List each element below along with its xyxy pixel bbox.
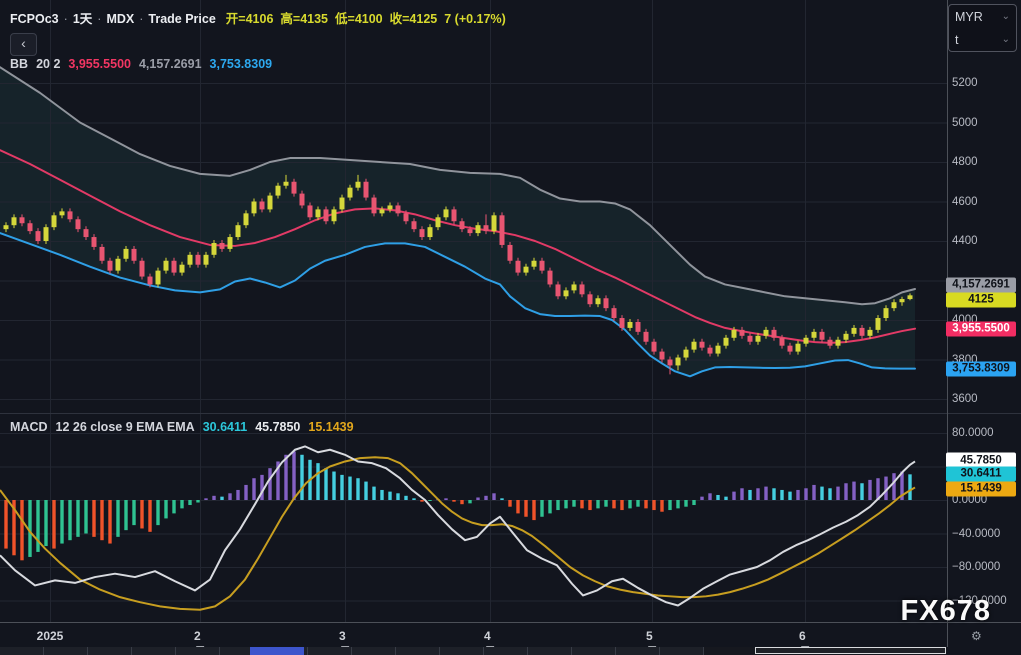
- scrollbar-handle[interactable]: [755, 647, 946, 654]
- trading-chart-app: FCPOc3 · 1天 · MDX · Trade Price 开=4106 高=4135 低=4…: [0, 0, 1021, 655]
- separator-dot: ·: [97, 12, 101, 26]
- axis-unit-controls: MYR ⌄ t ⌄: [948, 4, 1017, 52]
- scrollbar-cell[interactable]: [308, 647, 352, 655]
- price-tick-label: 5000: [952, 117, 978, 129]
- bollinger-legend[interactable]: BB 20 2 3,955.5500 4,157.2691 3,753.8309: [10, 57, 280, 71]
- separator-dot: ·: [64, 12, 68, 26]
- scrollbar-cell[interactable]: [44, 647, 88, 655]
- scrollbar-cell[interactable]: [132, 647, 176, 655]
- price-axis-badge: 3,753.8309: [946, 361, 1016, 376]
- scrollbar-cell[interactable]: [352, 647, 396, 655]
- close-value: 收=4125: [390, 12, 438, 26]
- macd-tick-label: −80.0000: [952, 561, 1000, 573]
- scrollbar-cell[interactable]: [396, 647, 440, 655]
- price-tick-label: 4400: [952, 235, 978, 247]
- scrollbar-cell[interactable]: [572, 647, 616, 655]
- currency-value: MYR: [955, 10, 983, 24]
- bb-upper-value: 4,157.2691: [139, 57, 202, 71]
- high-value: 高=4135: [280, 12, 328, 26]
- currency-dropdown[interactable]: MYR ⌄: [949, 5, 1016, 28]
- scrollbar-cell[interactable]: [660, 647, 704, 655]
- bb-lower-value: 3,753.8309: [210, 57, 273, 71]
- gear-icon[interactable]: ⚙: [971, 629, 982, 643]
- scrollbar-cell[interactable]: [528, 647, 572, 655]
- price-axis-badge: 4125: [946, 292, 1016, 307]
- bb-params: 20 2: [36, 57, 60, 71]
- scrollbar-active-cell[interactable]: [250, 647, 304, 655]
- time-scrollbar[interactable]: [0, 647, 947, 655]
- macd-histogram: [4, 451, 911, 560]
- price-tick-label: 4800: [952, 156, 978, 168]
- macd-tick-label: −40.0000: [952, 528, 1000, 540]
- interval-label: 1天: [73, 12, 92, 26]
- open-value: 开=4106: [226, 12, 274, 26]
- bollinger-fill: [0, 67, 915, 376]
- scrollbar-cell[interactable]: [440, 647, 484, 655]
- macd-lines: [0, 446, 915, 609]
- time-axis-label: 2025: [37, 629, 64, 643]
- scrollbar-cell[interactable]: [484, 647, 528, 655]
- scrollbar-cell[interactable]: [616, 647, 660, 655]
- macd-axis-badge: 30.6411: [946, 466, 1016, 481]
- price-tick-label: 4600: [952, 196, 978, 208]
- bb-basis-value: 3,955.5500: [68, 57, 131, 71]
- bb-indicator-name: BB: [10, 57, 28, 71]
- chevron-down-icon: ⌄: [1002, 34, 1010, 45]
- macd-tick-label: 80.0000: [952, 427, 994, 439]
- scrollbar-cell[interactable]: [88, 647, 132, 655]
- scrollbar-cell[interactable]: [0, 647, 44, 655]
- macd-params: 12 26 close 9 EMA EMA: [56, 420, 195, 434]
- macd-signal-value: 15.1439: [308, 420, 353, 434]
- price-type-label: Trade Price: [148, 12, 215, 26]
- macd-legend[interactable]: MACD 12 26 close 9 EMA EMA 30.6411 45.7850 1…: [10, 420, 362, 434]
- chevron-down-icon: ⌄: [1002, 11, 1010, 22]
- price-tick-label: 3600: [952, 393, 978, 405]
- symbol-header[interactable]: FCPOc3 · 1天 · MDX · Trade Price 开=4106 高=4135 低=4…: [10, 8, 513, 27]
- macd-line-value: 45.7850: [255, 420, 300, 434]
- price-axis-badge: 3,955.5500: [946, 321, 1016, 336]
- exchange-label: MDX: [106, 12, 134, 26]
- change-value: 7 (+0.17%): [444, 12, 506, 26]
- low-value: 低=4100: [335, 12, 383, 26]
- chart-canvas[interactable]: [0, 0, 1021, 655]
- separator-dot: ·: [139, 12, 143, 26]
- scrollbar-cell[interactable]: [176, 647, 220, 655]
- unit-value: t: [955, 33, 958, 47]
- macd-axis-badge: 15.1439: [946, 481, 1016, 496]
- price-tick-label: 5200: [952, 77, 978, 89]
- fx678-watermark: FX678: [901, 595, 991, 628]
- price-axis-badge: 4,157.2691: [946, 277, 1016, 292]
- macd-hist-value: 30.6411: [203, 420, 248, 434]
- macd-indicator-name: MACD: [10, 420, 48, 434]
- back-button[interactable]: ‹: [10, 33, 37, 56]
- unit-dropdown[interactable]: t ⌄: [949, 28, 1016, 51]
- symbol-name: FCPOc3: [10, 12, 59, 26]
